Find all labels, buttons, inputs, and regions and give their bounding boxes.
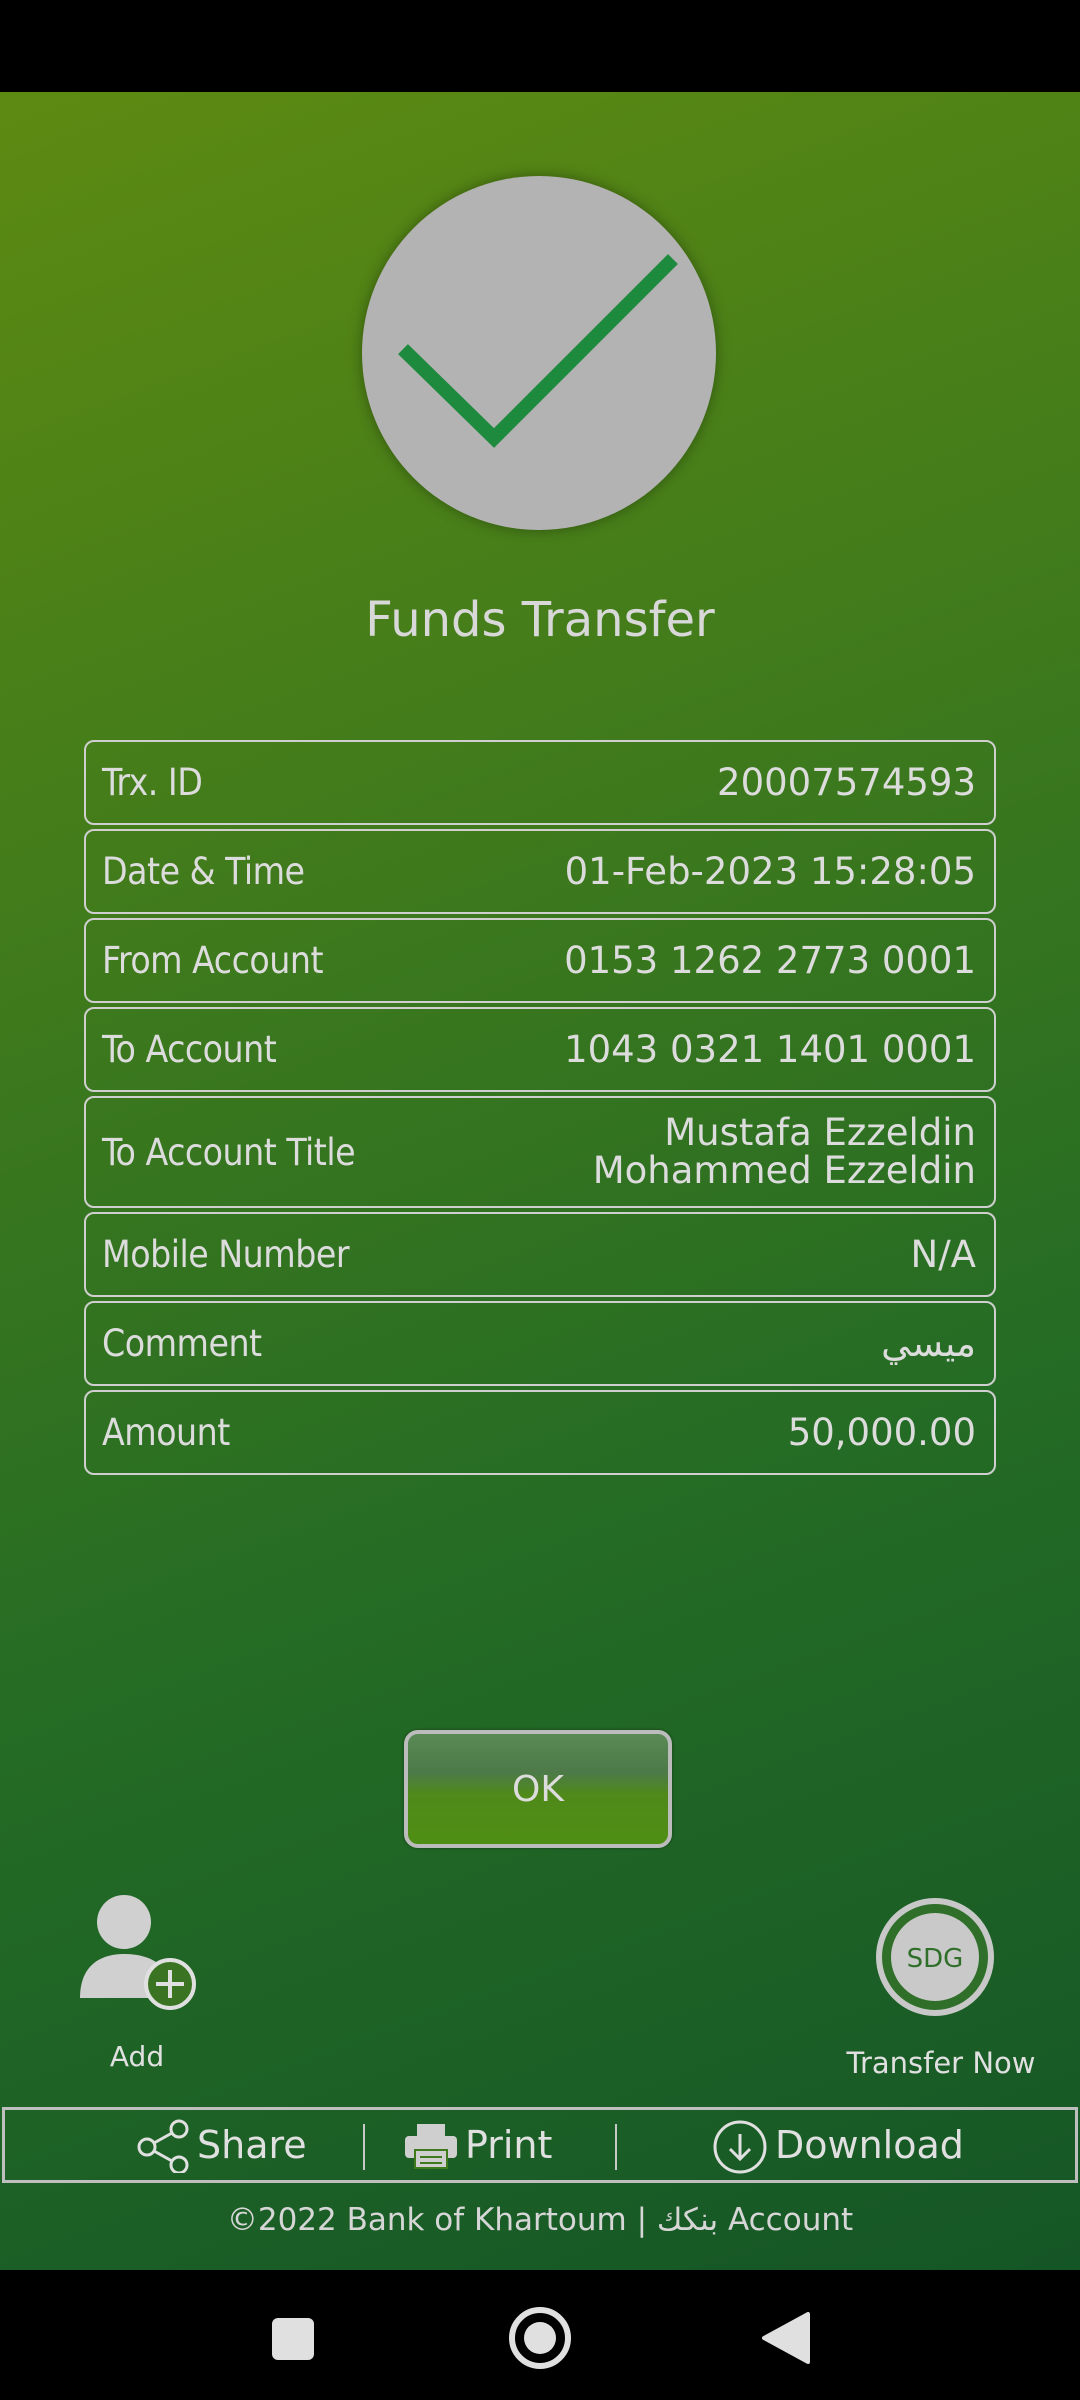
circle-icon xyxy=(509,2307,571,2369)
download-button[interactable]: Download xyxy=(711,2110,964,2180)
footer-copyright: ©2022 Bank of Khartoum | بنكك Account xyxy=(226,2202,854,2238)
ok-button[interactable]: OK xyxy=(404,1730,672,1848)
detail-row-trx-id: Trx. ID 20007574593 xyxy=(84,740,996,825)
page-title: Funds Transfer xyxy=(365,592,715,648)
detail-label: Trx. ID xyxy=(102,761,203,804)
back-button[interactable] xyxy=(752,2306,822,2374)
detail-value: N/A xyxy=(910,1232,976,1276)
detail-label: Mobile Number xyxy=(102,1233,350,1276)
transfer-now-button[interactable]: SDG xyxy=(876,1898,994,2016)
share-button[interactable]: Share xyxy=(135,2110,307,2180)
detail-label: From Account xyxy=(102,939,324,982)
receipt-action-bar: Share Print Download xyxy=(2,2107,1078,2183)
detail-row-to-account-title: To Account Title Mustafa Ezzeldin Mohamm… xyxy=(84,1096,996,1208)
share-label: Share xyxy=(197,2123,307,2167)
download-icon xyxy=(713,2120,767,2174)
detail-value: 01-Feb-2023 15:28:05 xyxy=(564,849,976,893)
status-bar xyxy=(0,0,1080,92)
sdg-coin-icon: SDG xyxy=(876,1898,994,2016)
share-icon xyxy=(137,2119,189,2173)
detail-row-date-time: Date & Time 01-Feb-2023 15:28:05 xyxy=(84,829,996,914)
printer-icon xyxy=(405,2124,457,2169)
detail-row-mobile-number: Mobile Number N/A xyxy=(84,1212,996,1297)
add-user-icon xyxy=(80,1895,196,2010)
transfer-now-label[interactable]: Transfer Now xyxy=(836,2046,1046,2080)
detail-label: Date & Time xyxy=(102,850,305,893)
detail-value: 50,000.00 xyxy=(787,1410,976,1454)
add-label[interactable]: Add xyxy=(0,2040,274,2073)
home-button[interactable] xyxy=(498,2302,582,2378)
detail-value: 20007574593 xyxy=(717,760,976,804)
detail-row-from-account: From Account 0153 1262 2773 0001 xyxy=(84,918,996,1003)
transfer-receipt-screen: Funds Transfer Trx. ID 20007574593 Date … xyxy=(0,92,1080,2270)
detail-row-comment: Comment ميسي xyxy=(84,1301,996,1386)
recents-button[interactable] xyxy=(252,2310,332,2370)
detail-label: Comment xyxy=(102,1322,262,1365)
print-button[interactable]: Print xyxy=(403,2110,552,2180)
checkmark-icon xyxy=(398,254,678,448)
detail-row-amount: Amount 50,000.00 xyxy=(84,1390,996,1475)
system-navigation-bar xyxy=(0,2270,1080,2400)
detail-label: To Account xyxy=(102,1028,277,1071)
triangle-back-icon xyxy=(762,2312,810,2364)
detail-value: 1043 0321 1401 0001 xyxy=(564,1027,976,1071)
download-label: Download xyxy=(775,2123,964,2167)
action-divider xyxy=(363,2124,365,2170)
transfer-details: Trx. ID 20007574593 Date & Time 01-Feb-2… xyxy=(84,740,996,1479)
detail-row-to-account: To Account 1043 0321 1401 0001 xyxy=(84,1007,996,1092)
print-label: Print xyxy=(465,2123,553,2167)
detail-value: 0153 1262 2773 0001 xyxy=(564,938,976,982)
detail-value: ميسي xyxy=(881,1321,976,1365)
square-icon xyxy=(272,2318,314,2360)
sdg-badge-text: SDG xyxy=(907,1944,964,1974)
detail-label: Amount xyxy=(102,1411,230,1454)
success-badge xyxy=(362,176,716,530)
detail-label: To Account Title xyxy=(102,1130,356,1174)
detail-value: Mustafa Ezzeldin Mohammed Ezzeldin xyxy=(592,1111,976,1192)
action-divider xyxy=(615,2124,617,2170)
